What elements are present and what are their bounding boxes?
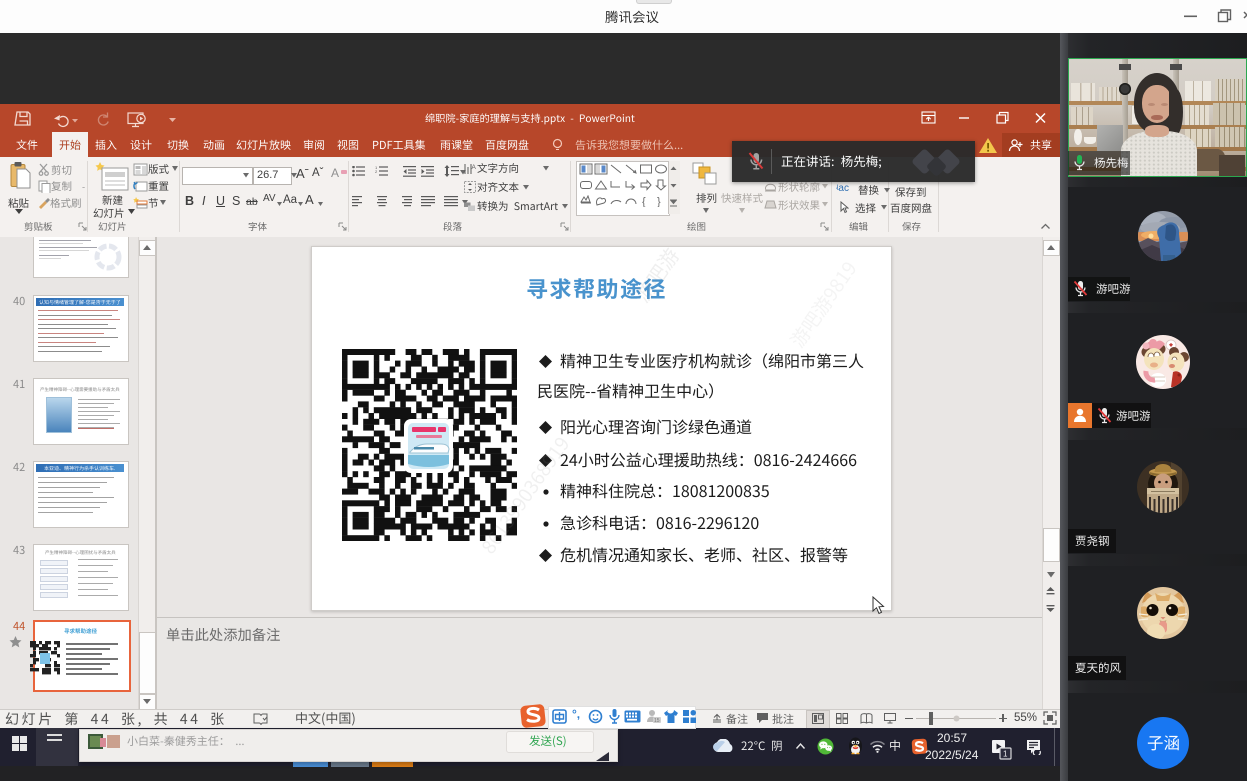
svg-text:15: 15	[654, 718, 660, 724]
svg-text:1: 1	[1003, 750, 1008, 759]
svg-text:{: {	[642, 196, 646, 207]
svg-text:2: 2	[375, 169, 378, 174]
svg-text:}: }	[657, 196, 661, 207]
svg-text:A: A	[472, 164, 477, 171]
